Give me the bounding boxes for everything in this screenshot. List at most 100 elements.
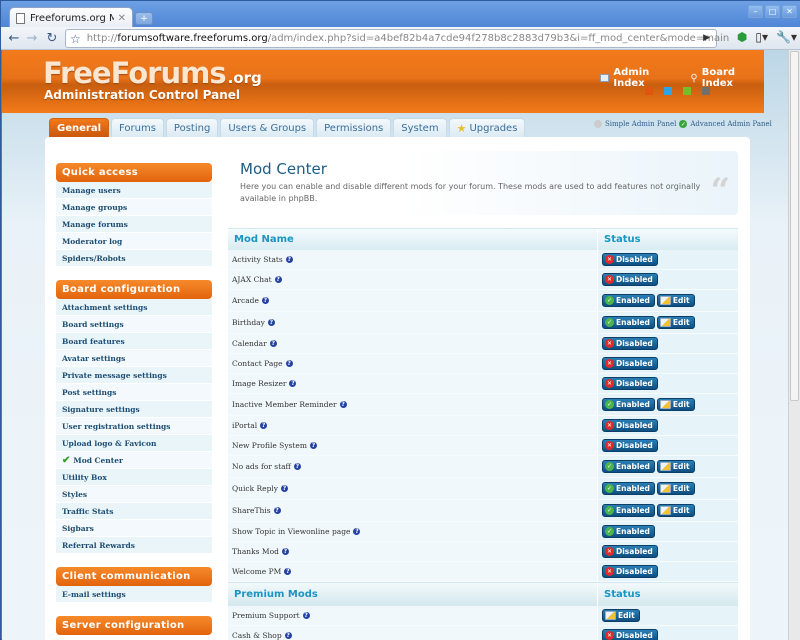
close-window-button[interactable]: ✕ — [782, 5, 797, 18]
sidebar-item-avatar-settings[interactable]: Avatar settings — [56, 350, 212, 367]
close-tab-icon[interactable]: ✕ — [118, 13, 126, 24]
disabled-button[interactable]: ✕ Disabled — [602, 565, 658, 578]
sidebar-item-board-features[interactable]: Board features — [56, 333, 212, 350]
tab-forums[interactable]: Forums — [111, 118, 164, 137]
disabled-button[interactable]: ✕ Disabled — [602, 629, 658, 640]
tab-permissions[interactable]: Permissions — [316, 118, 392, 137]
sidebar-item-mod-center[interactable]: ✔ Mod Center — [56, 452, 212, 469]
help-icon[interactable]: ? — [309, 442, 317, 449]
sidebar-item-e-mail-settings[interactable]: E-mail settings — [56, 586, 212, 603]
help-icon[interactable]: ? — [284, 632, 292, 639]
bookmark-star-icon[interactable]: ☆ — [70, 32, 81, 46]
help-icon[interactable]: ? — [274, 276, 282, 283]
vertical-scrollbar[interactable] — [788, 50, 800, 640]
browser-tab[interactable]: Freeforums.org Mod ... ✕ — [9, 7, 133, 28]
wrench-menu-icon[interactable]: 🔧▾ — [776, 30, 797, 44]
minimize-button[interactable]: – — [748, 5, 763, 18]
help-icon[interactable]: ? — [267, 319, 275, 326]
sidebar-item-manage-users[interactable]: Manage users — [56, 182, 212, 199]
sidebar-item-post-settings[interactable]: Post settings — [56, 384, 212, 401]
help-icon[interactable]: ? — [273, 507, 281, 514]
help-icon[interactable]: ? — [285, 360, 293, 367]
back-button[interactable]: ← — [5, 30, 23, 47]
style-swatch[interactable] — [645, 87, 653, 95]
maximize-button[interactable]: □ — [765, 5, 780, 18]
logo-org: .org — [227, 69, 262, 87]
help-icon[interactable]: ? — [261, 297, 269, 304]
style-swatch[interactable] — [702, 87, 710, 95]
sidebar-item-styles[interactable]: Styles — [56, 486, 212, 503]
disabled-button[interactable]: ✕ Disabled — [602, 273, 658, 286]
enabled-button[interactable]: ✓ Enabled — [602, 482, 655, 495]
enabled-button[interactable]: ✓ Enabled — [602, 525, 655, 538]
sidebar-item-signature-settings[interactable]: Signature settings — [56, 401, 212, 418]
help-icon[interactable]: ? — [260, 422, 268, 429]
sidebar-item-moderator-log[interactable]: Moderator log — [56, 233, 212, 250]
edit-button[interactable]: Edit — [656, 316, 695, 329]
admin-index-link[interactable]: Admin Index — [600, 67, 678, 89]
help-icon[interactable]: ? — [281, 485, 289, 492]
simple-admin-panel-link[interactable]: Simple Admin Panel — [605, 120, 676, 128]
reload-button[interactable]: ↻ — [43, 30, 61, 47]
forward-button[interactable]: → — [23, 30, 41, 47]
help-icon[interactable]: ? — [289, 380, 297, 387]
sidebar-item-spiders-robots[interactable]: Spiders/Robots — [56, 250, 212, 267]
disabled-button[interactable]: ✕ Disabled — [602, 337, 658, 350]
help-icon[interactable]: ? — [339, 401, 347, 408]
help-icon[interactable]: ? — [281, 548, 289, 555]
sidebar-item-manage-forums[interactable]: Manage forums — [56, 216, 212, 233]
disabled-button[interactable]: ✕ Disabled — [602, 377, 658, 390]
sidebar-item-board-settings[interactable]: Board settings — [56, 316, 212, 333]
disabled-button[interactable]: ✕ Disabled — [602, 439, 658, 452]
style-swatch[interactable] — [683, 87, 691, 95]
sidebar-item-manage-groups[interactable]: Manage groups — [56, 199, 212, 216]
edit-button[interactable]: Edit — [656, 482, 695, 495]
board-index-link[interactable]: ⚲ Board Index — [690, 67, 764, 89]
help-icon[interactable]: ? — [269, 340, 277, 347]
disabled-button[interactable]: ✕ Disabled — [602, 545, 658, 558]
edit-button[interactable]: Edit — [656, 460, 695, 473]
enabled-button[interactable]: ✓ Enabled — [602, 398, 655, 411]
enabled-button[interactable]: ✓ Enabled — [602, 504, 655, 517]
edit-button[interactable]: Edit — [602, 609, 640, 622]
sidebar-item-sigbars[interactable]: Sigbars — [56, 520, 212, 537]
sidebar-item-upload-logo-favicon[interactable]: Upload logo & Favicon — [56, 435, 212, 452]
disabled-button[interactable]: ✕ Disabled — [602, 357, 658, 370]
radio-off-icon[interactable] — [594, 120, 602, 128]
scrollbar-thumb[interactable] — [790, 51, 799, 401]
tab-users-groups[interactable]: Users & Groups — [220, 118, 315, 137]
edit-button[interactable]: Edit — [656, 294, 695, 307]
extension-icon[interactable]: ⬢ — [737, 30, 747, 44]
logo[interactable]: FreeForums .org — [43, 56, 262, 90]
tab-system[interactable]: System — [393, 118, 447, 137]
page-menu-icon[interactable]: ▯▾ — [755, 30, 768, 44]
edit-button[interactable]: Edit — [656, 504, 695, 517]
help-icon[interactable]: ? — [284, 568, 292, 575]
advanced-admin-panel-link[interactable]: Advanced Admin Panel — [690, 120, 772, 128]
sidebar-item-traffic-stats[interactable]: Traffic Stats — [56, 503, 212, 520]
help-icon[interactable]: ? — [293, 463, 301, 470]
tab-general[interactable]: General — [49, 118, 109, 137]
new-tab-button[interactable]: + — [135, 12, 153, 25]
tab-posting[interactable]: Posting — [165, 118, 219, 137]
x-icon: ✕ — [605, 567, 614, 576]
address-bar[interactable]: ☆ http://forumsoftware.freeforums.org/ad… — [65, 29, 729, 48]
help-icon[interactable]: ? — [285, 256, 293, 263]
disabled-button[interactable]: ✕ Disabled — [602, 253, 658, 266]
sidebar-item-attachment-settings[interactable]: Attachment settings — [56, 299, 212, 316]
disabled-button[interactable]: ✕ Disabled — [602, 419, 658, 432]
enabled-button[interactable]: ✓ Enabled — [602, 460, 655, 473]
sidebar-item-user-registration-settings[interactable]: User registration settings — [56, 418, 212, 435]
help-icon[interactable]: ? — [302, 612, 310, 619]
sidebar-item-utility-box[interactable]: Utility Box — [56, 469, 212, 486]
sidebar-item-private-message-settings[interactable]: Private message settings — [56, 367, 212, 384]
go-icon[interactable]: ▶ — [703, 33, 710, 43]
tab-upgrades[interactable]: ★ Upgrades — [448, 118, 526, 137]
style-swatch[interactable] — [664, 87, 672, 95]
enabled-button[interactable]: ✓ Enabled — [602, 294, 655, 307]
enabled-button[interactable]: ✓ Enabled — [602, 316, 655, 329]
check-circle-icon[interactable]: ✓ — [679, 120, 688, 128]
edit-button[interactable]: Edit — [656, 398, 695, 411]
help-icon[interactable]: ? — [353, 528, 361, 535]
sidebar-item-referral-rewards[interactable]: Referral Rewards — [56, 537, 212, 554]
